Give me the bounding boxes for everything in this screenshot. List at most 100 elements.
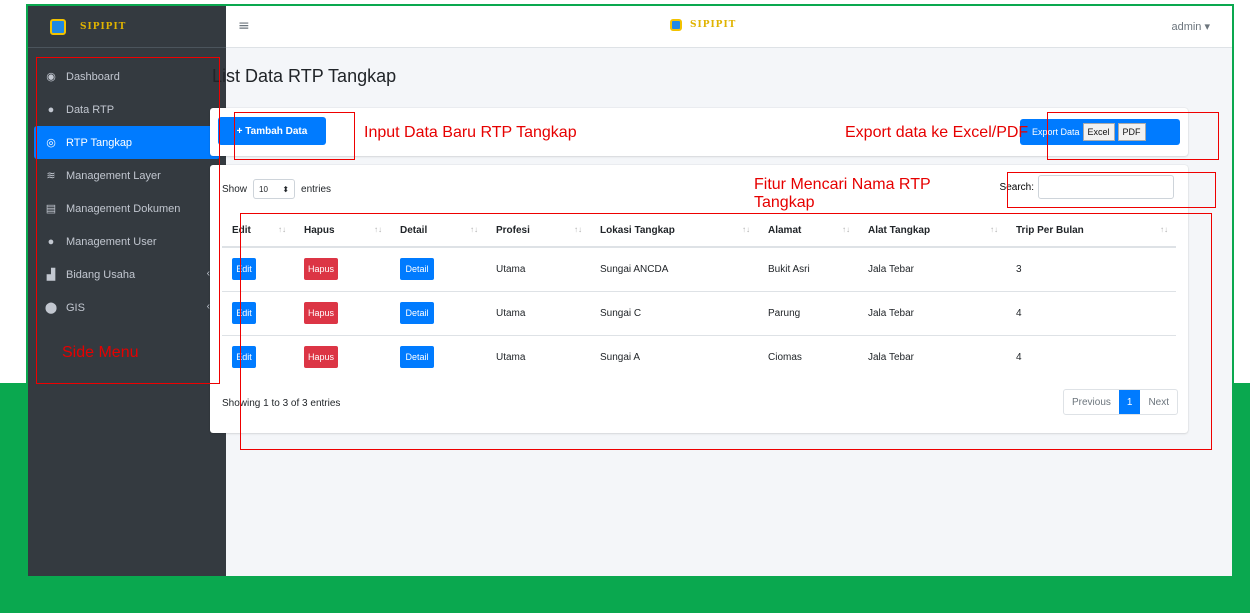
detail-button[interactable]: Detail — [400, 302, 434, 324]
sidebar-item-management-user[interactable]: ● Management User — [34, 225, 220, 258]
edit-button[interactable]: Edit — [232, 346, 256, 369]
user-menu[interactable]: admin ▾ — [1171, 20, 1210, 33]
data-table-card: Show 10 ⬍ entries Search: Edit ↑↓ Hapus ↑↓… — [210, 165, 1188, 433]
sidebar-item-gis[interactable]: ⬤ GIS ‹ — [34, 291, 220, 324]
detail-button[interactable]: Detail — [400, 258, 434, 281]
entries-label: entries — [301, 183, 332, 195]
sidebar-item-data-rtp[interactable]: ● Data RTP — [34, 93, 220, 126]
table-cell: Hapus — [294, 290, 390, 335]
sidebar-item-label: RTP Tangkap — [66, 136, 133, 149]
column-header-hapus[interactable]: Hapus ↑↓ — [294, 215, 390, 248]
cell-alat: Jala Tebar — [858, 334, 1006, 379]
sort-icon: ↑↓ — [470, 225, 478, 234]
sort-icon: ↑↓ — [742, 225, 750, 234]
page-title: List Data RTP Tangkap — [212, 66, 397, 86]
page-length-control: Show 10 ⬍ entries — [222, 179, 331, 199]
search-control: Search: — [1000, 175, 1174, 199]
hamburger-icon[interactable]: ≡ — [238, 18, 250, 34]
annotation-input-data: Input Data Baru RTP Tangkap — [364, 124, 577, 141]
column-header-alat-tangkap[interactable]: Alat Tangkap ↑↓ — [858, 215, 1006, 248]
edit-button[interactable]: Edit — [232, 302, 256, 324]
column-header-alamat[interactable]: Alamat ↑↓ — [758, 215, 858, 248]
document-icon: ▤ — [45, 203, 57, 215]
delete-button[interactable]: Hapus — [304, 258, 338, 281]
column-header-edit[interactable]: Edit ↑↓ — [222, 215, 294, 248]
layers-icon: ≋ — [46, 170, 56, 182]
showing-entries-text: Showing 1 to 3 of 3 entries — [222, 398, 341, 409]
annotation-export: Export data ke Excel/PDF — [845, 124, 1029, 141]
sidebar-item-label: Dashboard — [66, 70, 120, 83]
column-header-detail[interactable]: Detail ↑↓ — [390, 215, 486, 248]
page-1-button[interactable]: 1 — [1118, 390, 1141, 414]
sidebar-item-management-layer[interactable]: ≋ Management Layer — [34, 159, 220, 192]
dashboard-icon: ◉ — [46, 71, 56, 83]
cell-alamat: Parung — [758, 290, 858, 335]
sort-icon: ↑↓ — [278, 225, 286, 234]
cell-lokasi: Sungai ANCDA — [590, 246, 758, 291]
sidebar-item-rtp-tangkap[interactable]: ◎ RTP Tangkap — [34, 126, 220, 159]
globe-icon: ◎ — [46, 137, 56, 149]
sidebar-item-dashboard[interactable]: ◉ Dashboard — [34, 60, 220, 93]
add-data-button[interactable]: + Tambah Data — [218, 117, 326, 145]
sidebar-item-label: Management Dokumen — [66, 202, 181, 215]
sidebar-brand[interactable]: SIPIPIT — [28, 6, 226, 48]
column-header-profesi[interactable]: Profesi ↑↓ — [486, 215, 590, 248]
brand-name: SIPIPIT — [690, 20, 737, 30]
annotation-search-line2: Tangkap — [754, 194, 815, 211]
sort-icon: ↑↓ — [842, 225, 850, 234]
previous-page-button[interactable]: Previous — [1064, 390, 1119, 414]
cell-profesi: Utama — [486, 246, 590, 291]
edit-button[interactable]: Edit — [232, 258, 256, 281]
cell-alat: Jala Tebar — [858, 246, 1006, 291]
table-header-row: Edit ↑↓ Hapus ↑↓ Detail ↑↓ Profesi ↑↓ Lokasi… — [222, 215, 1176, 248]
sidebar-item-management-dokumen[interactable]: ▤ Management Dokumen — [34, 192, 220, 225]
cell-alamat: Bukit Asri — [758, 246, 858, 291]
sidebar-item-label: Data RTP — [66, 103, 115, 116]
table-row: Edit Hapus Detail Utama Sungai C Parung … — [222, 290, 1176, 335]
delete-button[interactable]: Hapus — [304, 302, 338, 324]
cell-trip: 4 — [1006, 334, 1176, 379]
sort-icon: ↑↓ — [1160, 225, 1168, 234]
next-page-button[interactable]: Next — [1140, 390, 1177, 414]
show-label: Show — [222, 183, 248, 195]
side-menu: ◉ Dashboard ● Data RTP ◎ RTP Tangkap ≋ M… — [28, 48, 226, 324]
sort-icon: ↑↓ — [990, 225, 998, 234]
chart-icon: ▟ — [46, 269, 56, 281]
user-icon: ● — [47, 235, 55, 248]
pagination: Previous 1 Next — [1062, 389, 1178, 415]
column-header-lokasi-tangkap[interactable]: Lokasi Tangkap ↑↓ — [590, 215, 758, 248]
table-cell: Edit — [222, 290, 294, 335]
top-navbar: ≡ SIPIPIT admin ▾ — [226, 6, 1232, 48]
brand-name: SIPIPIT — [80, 21, 127, 32]
logo-icon — [670, 19, 682, 31]
table-cell: Detail — [390, 290, 486, 335]
sort-icon: ↑↓ — [374, 225, 382, 234]
search-label: Search: — [999, 181, 1034, 193]
annotation-search-line1: Fitur Mencari Nama RTP — [754, 176, 931, 193]
cell-profesi: Utama — [486, 290, 590, 335]
delete-button[interactable]: Hapus — [304, 346, 338, 369]
export-label: Export Data — [1032, 127, 1080, 137]
annotation-side-menu: Side Menu — [62, 344, 139, 361]
detail-button[interactable]: Detail — [400, 346, 434, 369]
select-arrow-icon: ⬍ — [282, 184, 290, 194]
sidebar-item-label: Management User — [66, 235, 157, 248]
cell-alat: Jala Tebar — [858, 290, 1006, 335]
sidebar-item-bidang-usaha[interactable]: ▟ Bidang Usaha ‹ — [34, 258, 220, 291]
sidebar-item-label: Bidang Usaha — [66, 268, 136, 281]
export-excel-button[interactable]: Excel — [1082, 123, 1115, 141]
sidebar: SIPIPIT ◉ Dashboard ● Data RTP ◎ RTP Tan… — [28, 6, 226, 576]
cell-profesi: Utama — [486, 334, 590, 379]
table-cell: Hapus — [294, 246, 390, 291]
cell-trip: 4 — [1006, 290, 1176, 335]
cell-lokasi: Sungai C — [590, 290, 758, 335]
export-pdf-button[interactable]: PDF — [1117, 123, 1146, 141]
search-input[interactable] — [1038, 175, 1174, 199]
data-table: Edit ↑↓ Hapus ↑↓ Detail ↑↓ Profesi ↑↓ Lokasi… — [222, 215, 1176, 379]
table-cell: Detail — [390, 334, 486, 379]
table-cell: Hapus — [294, 334, 390, 379]
page-length-value: 10 — [259, 184, 268, 194]
column-header-trip-per-bulan[interactable]: Trip Per Bulan ↑↓ — [1006, 215, 1176, 248]
page-length-select[interactable]: 10 ⬍ — [253, 179, 296, 199]
annotation-search: Fitur Mencari Nama RTP Tangkap — [754, 176, 931, 212]
